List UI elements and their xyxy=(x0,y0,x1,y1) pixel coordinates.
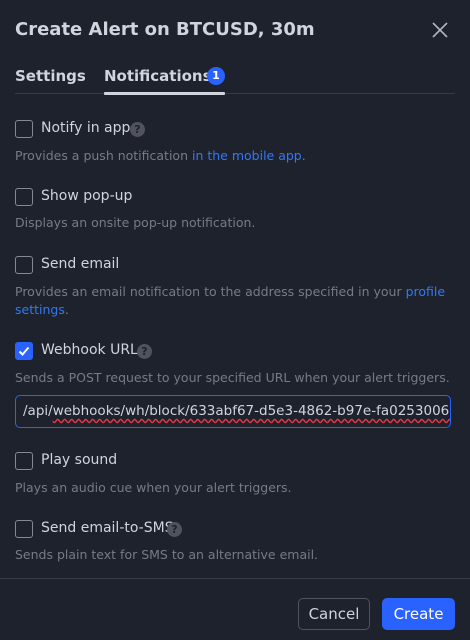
send-email-label: Send email xyxy=(41,256,120,272)
checkmark-icon xyxy=(18,346,30,356)
webhook-url-input[interactable]: /api/webhooks/wh/block/633abf67-d5e3-486… xyxy=(15,395,451,428)
show-popup-label: Show pop-up xyxy=(41,188,133,204)
play-sound-description: Plays an audio cue when your alert trigg… xyxy=(15,480,292,495)
close-icon[interactable] xyxy=(428,18,452,42)
webhook-url-help-icon[interactable]: ? xyxy=(137,344,152,359)
show-popup-description: Displays an onsite pop-up notification. xyxy=(15,215,256,230)
notify-in-app-help-icon[interactable]: ? xyxy=(130,122,145,137)
tab-notifications[interactable]: Notifications xyxy=(104,67,212,85)
profile-link[interactable]: profile xyxy=(406,284,445,299)
webhook-url-label: Webhook URL xyxy=(41,342,138,358)
email-to-sms-checkbox[interactable] xyxy=(15,520,33,538)
webhook-url-checkbox[interactable] xyxy=(15,342,33,360)
cancel-button[interactable]: Cancel xyxy=(298,598,370,630)
email-to-sms-label: Send email-to-SMS xyxy=(41,520,174,536)
show-popup-checkbox[interactable] xyxy=(15,188,33,206)
email-to-sms-help-icon[interactable]: ? xyxy=(167,522,182,537)
active-tab-indicator xyxy=(104,92,225,95)
notify-in-app-label: Notify in app xyxy=(41,120,131,136)
notify-in-app-checkbox[interactable] xyxy=(15,120,33,138)
dialog-header: Create Alert on BTCUSD, 30m xyxy=(0,0,470,60)
footer-divider xyxy=(0,578,470,579)
notify-in-app-description: Provides a push notification in the mobi… xyxy=(15,148,306,163)
tab-divider xyxy=(15,93,455,94)
tab-bar: Settings Notifications 1 xyxy=(0,60,470,98)
send-email-description: Provides an email notification to the ad… xyxy=(15,284,446,317)
tab-settings[interactable]: Settings xyxy=(15,67,86,85)
notifications-count-badge: 1 xyxy=(207,67,225,85)
webhook-url-description: Sends a POST request to your specified U… xyxy=(15,370,450,385)
dialog-title: Create Alert on BTCUSD, 30m xyxy=(15,19,315,40)
send-email-checkbox[interactable] xyxy=(15,256,33,274)
play-sound-checkbox[interactable] xyxy=(15,452,33,470)
settings-link[interactable]: settings xyxy=(15,302,65,317)
mobile-app-link[interactable]: in the mobile app xyxy=(192,148,302,163)
email-to-sms-description: Sends plain text for SMS to an alternati… xyxy=(15,547,319,562)
play-sound-label: Play sound xyxy=(41,452,118,468)
create-button[interactable]: Create xyxy=(382,598,455,630)
